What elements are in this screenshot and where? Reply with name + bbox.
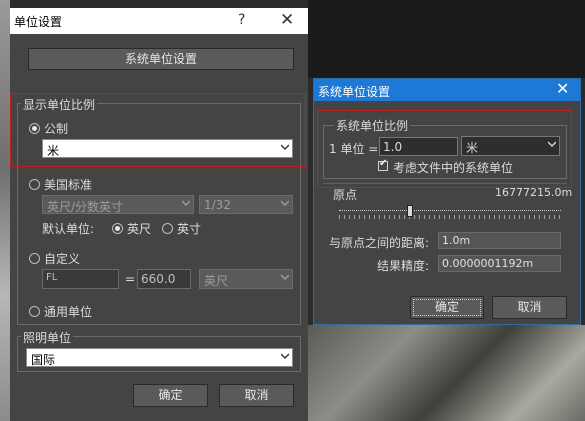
resulting-accuracy-value: 0.0000001192m <box>442 257 534 270</box>
origin-slider-track[interactable] <box>339 210 561 211</box>
units-setup-dialog: 单位设置 ? ✕ 系统单位设置 显示单位比例 公制 米 美国标准 英尺/分数英寸… <box>10 8 308 421</box>
unit-amount-field[interactable]: 1.0 <box>379 137 458 156</box>
chevron-down-icon <box>182 200 190 206</box>
units-setup-title: 单位设置 <box>14 15 63 29</box>
distance-from-origin-field: 1.0m <box>438 232 561 249</box>
system-units-setup-dialog: 系统单位设置 ✕ 系统单位比例 1 单位 = 1.0 米 考虑文件中的系统单位 … <box>313 78 581 325</box>
chevron-down-icon <box>281 353 289 359</box>
origin-value: 16777215.0m <box>495 186 573 199</box>
cancel-button[interactable]: 取消 <box>219 384 294 407</box>
system-units-titlebar[interactable]: 系统单位设置 ✕ <box>314 79 580 101</box>
default-unit-feet-label: 英尺 <box>127 222 152 236</box>
lighting-units-select[interactable]: 国际 <box>26 348 293 367</box>
custom-unit-select[interactable]: 英尺 <box>199 269 293 289</box>
cancel-button[interactable]: 取消 <box>492 296 567 319</box>
lighting-units-title: 照明单位 <box>21 329 74 346</box>
custom-equals-sign: = <box>125 272 136 286</box>
distance-from-origin-label: 与原点之间的距离: <box>329 236 430 250</box>
metric-unit-select[interactable]: 米 <box>42 139 293 158</box>
ok-button[interactable]: 确定 <box>410 296 484 319</box>
origin-slider-thumb[interactable] <box>407 205 413 217</box>
chevron-down-icon <box>281 144 289 150</box>
help-icon[interactable]: ? <box>238 12 245 28</box>
chevron-down-icon <box>281 274 289 280</box>
unit-equals-label: 1 单位 = <box>329 142 379 156</box>
distance-from-origin-value: 1.0m <box>442 234 471 247</box>
separator <box>323 183 567 184</box>
default-unit-inches-radio[interactable] <box>162 223 173 234</box>
us-unit-value: 英尺/分数英寸 <box>47 200 124 214</box>
close-icon[interactable]: ✕ <box>556 79 569 98</box>
custom-amount-value: 660.0 <box>141 272 176 286</box>
custom-amount-field[interactable]: 660.0 <box>137 269 191 289</box>
custom-name-value: FL <box>46 272 58 283</box>
default-unit-feet-radio[interactable] <box>112 223 123 234</box>
units-setup-titlebar[interactable]: 单位设置 ? ✕ <box>10 8 308 34</box>
unit-amount-value: 1.0 <box>383 140 403 154</box>
metric-radio[interactable] <box>29 123 40 134</box>
resulting-accuracy-label: 结果精度: <box>377 259 430 273</box>
metric-label: 公制 <box>44 122 69 136</box>
display-unit-scale-title: 显示单位比例 <box>21 96 98 113</box>
custom-name-field[interactable]: FL <box>42 269 119 289</box>
generic-units-label: 通用单位 <box>44 305 93 319</box>
us-fraction-select[interactable]: 1/32 <box>199 195 293 214</box>
viewport-background-left <box>0 0 10 421</box>
system-units-title: 系统单位设置 <box>318 85 391 99</box>
us-fraction-value: 1/32 <box>204 198 231 212</box>
metric-unit-value: 米 <box>47 144 60 158</box>
custom-radio[interactable] <box>29 253 40 264</box>
system-units-setup-button[interactable]: 系统单位设置 <box>28 48 294 70</box>
origin-slider-ticks <box>339 215 561 219</box>
viewport-background-bottom <box>308 325 585 421</box>
custom-unit-value: 英尺 <box>204 274 229 288</box>
us-standard-radio[interactable] <box>29 179 40 190</box>
consider-file-units-label: 考虑文件中的系统单位 <box>393 161 514 175</box>
chevron-down-icon <box>548 141 556 147</box>
consider-file-units-checkbox[interactable] <box>378 158 388 171</box>
us-standard-label: 美国标准 <box>44 178 93 192</box>
lighting-units-value: 国际 <box>31 353 56 367</box>
us-unit-select[interactable]: 英尺/分数英寸 <box>42 195 194 214</box>
chevron-down-icon <box>281 200 289 206</box>
close-icon[interactable]: ✕ <box>280 10 294 30</box>
default-unit-inches-label: 英寸 <box>177 222 202 236</box>
generic-units-radio[interactable] <box>29 306 40 317</box>
custom-label: 自定义 <box>44 252 81 266</box>
system-unit-select[interactable]: 米 <box>461 136 560 156</box>
system-unit-scale-title: 系统单位比例 <box>334 117 411 134</box>
resulting-accuracy-field: 0.0000001192m <box>438 255 561 272</box>
system-unit-value: 米 <box>466 141 479 155</box>
default-unit-label: 默认单位: <box>42 222 95 236</box>
ok-button[interactable]: 确定 <box>133 384 208 407</box>
viewport-background-top <box>308 0 585 78</box>
origin-label: 原点 <box>333 188 358 202</box>
